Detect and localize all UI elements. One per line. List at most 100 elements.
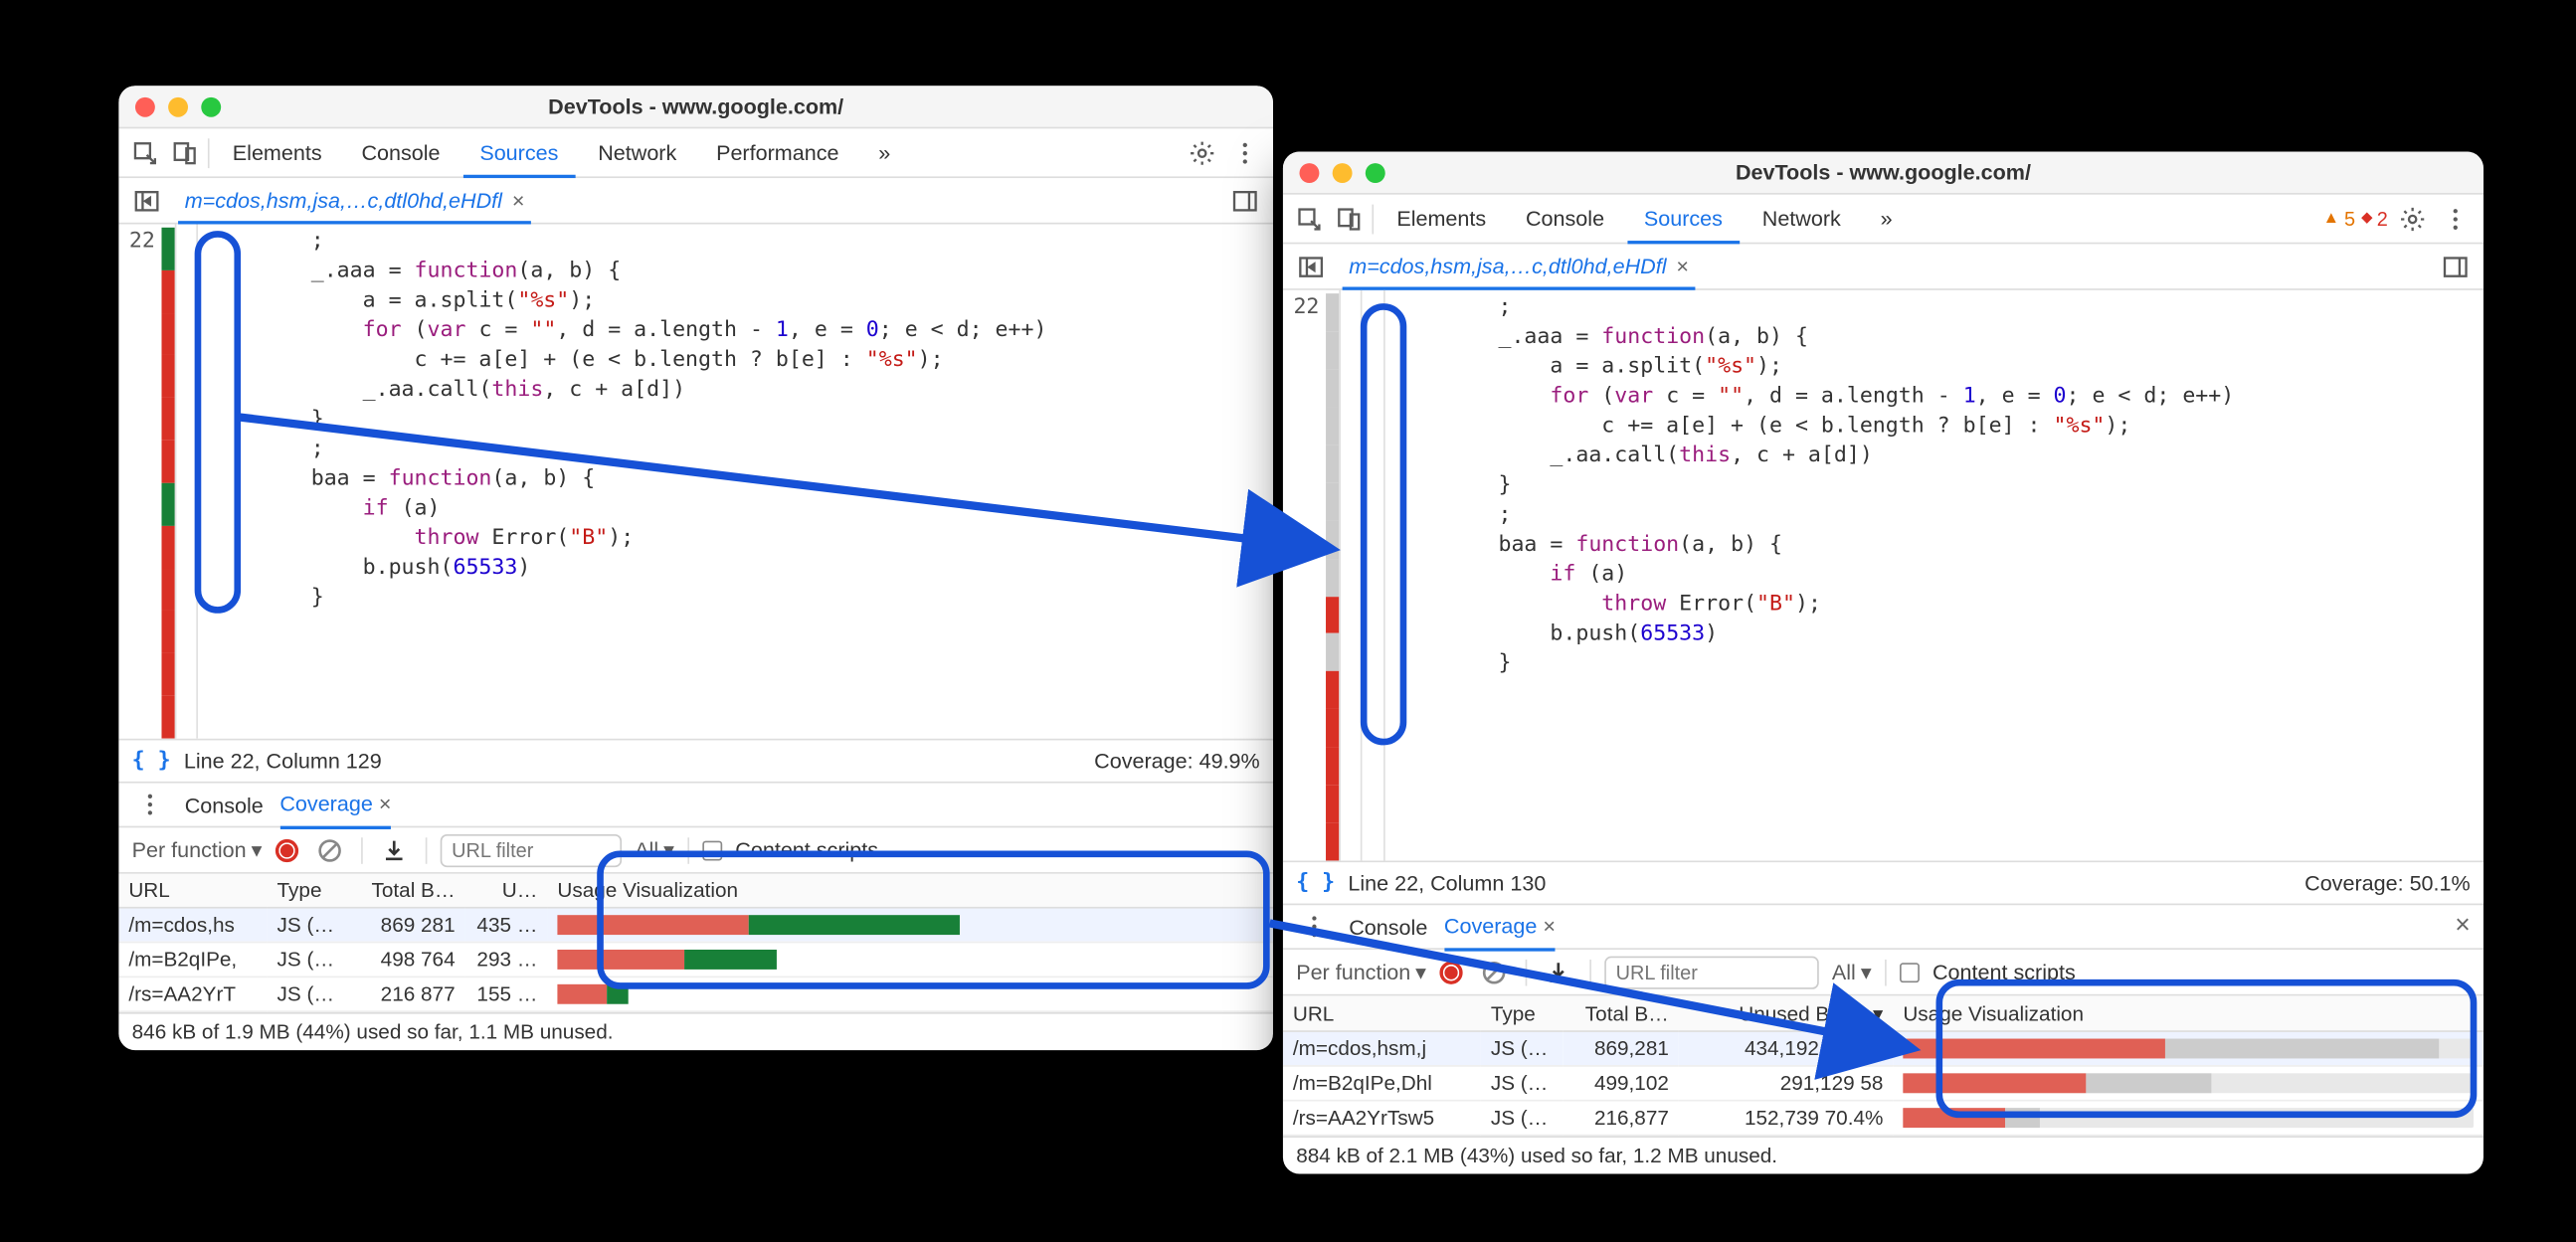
warning-badge[interactable]: 5 bbox=[2323, 207, 2355, 230]
main-tabs: Elements Console Sources Network Perform… bbox=[118, 128, 1273, 178]
coverage-table: URL Type Total B… Unused Bytes ▾ Usage V… bbox=[1283, 995, 2484, 1136]
tab-console[interactable]: Console bbox=[1509, 194, 1620, 244]
clear-icon[interactable] bbox=[1476, 954, 1512, 989]
maximize-button[interactable] bbox=[1366, 162, 1385, 182]
cursor-position: Line 22, Column 130 bbox=[1348, 870, 1546, 895]
gear-icon[interactable] bbox=[1184, 134, 1219, 170]
col-total[interactable]: Total B… bbox=[1564, 995, 1679, 1031]
table-row[interactable]: /m=B2qIPe,DhlJS (…499,102291,129 58 bbox=[1283, 1066, 2484, 1101]
coverage-summary: 846 kB of 1.9 MB (44%) used so far, 1.1 … bbox=[118, 1012, 1273, 1050]
tab-elements[interactable]: Elements bbox=[216, 127, 338, 177]
show-navigator-icon[interactable] bbox=[128, 182, 164, 218]
coverage-type-select[interactable]: Per function ▾ bbox=[1296, 959, 1426, 985]
close-icon[interactable]: × bbox=[1543, 914, 1556, 939]
kebab-icon[interactable] bbox=[1227, 134, 1263, 170]
col-total[interactable]: Total B… bbox=[349, 874, 464, 908]
inspect-icon[interactable] bbox=[128, 136, 161, 169]
devtools-window-right: DevTools - www.google.com/ Elements Cons… bbox=[1283, 152, 2484, 1174]
tab-sources[interactable]: Sources bbox=[463, 128, 575, 178]
tab-network[interactable]: Network bbox=[1746, 194, 1857, 244]
table-row[interactable]: /m=cdos,hsJS (…869 281435 … bbox=[118, 908, 1273, 943]
content-scripts-checkbox[interactable] bbox=[1900, 962, 1920, 981]
kebab-icon[interactable] bbox=[2438, 200, 2474, 236]
url-filter-input[interactable] bbox=[441, 833, 622, 866]
devtools-window-left: DevTools - www.google.com/ Elements Cons… bbox=[118, 86, 1273, 1050]
close-icon[interactable]: × bbox=[512, 187, 525, 212]
drawer-tab-coverage[interactable]: Coverage × bbox=[279, 783, 391, 828]
code-editor[interactable]: ; _.aaa = function(a, b) { a = a.split("… bbox=[198, 224, 1273, 738]
drawer-tab-console[interactable]: Console bbox=[1349, 904, 1427, 950]
col-url[interactable]: URL bbox=[1283, 995, 1481, 1031]
coverage-percent: Coverage: 50.1% bbox=[2304, 870, 2471, 895]
close-button[interactable] bbox=[1300, 162, 1320, 182]
coverage-type-select[interactable]: Per function ▾ bbox=[132, 836, 263, 863]
drawer-tab-coverage[interactable]: Coverage × bbox=[1444, 904, 1556, 950]
coverage-summary: 884 kB of 2.1 MB (43%) used so far, 1.2 … bbox=[1283, 1136, 2484, 1173]
filter-type-select[interactable]: All ▾ bbox=[1832, 959, 1872, 985]
record-button[interactable] bbox=[276, 838, 298, 861]
device-icon[interactable] bbox=[1333, 202, 1366, 235]
close-icon[interactable]: × bbox=[1676, 254, 1689, 278]
content-scripts-label: Content scripts bbox=[1932, 960, 2076, 984]
error-badge[interactable]: 2 bbox=[2362, 207, 2388, 230]
device-icon[interactable] bbox=[168, 136, 201, 169]
table-row[interactable]: /rs=AA2YrTsw5JS (…216,877152,739 70.4% bbox=[1283, 1101, 2484, 1136]
record-button[interactable] bbox=[1439, 961, 1462, 983]
main-tabs: Elements Console Sources Network » 5 2 bbox=[1283, 195, 2484, 245]
close-icon[interactable]: × bbox=[379, 792, 392, 816]
coverage-percent: Coverage: 49.9% bbox=[1094, 749, 1260, 774]
table-row[interactable]: /rs=AA2YrTJS (…216 877155 … bbox=[118, 976, 1273, 1011]
titlebar[interactable]: DevTools - www.google.com/ bbox=[1283, 152, 2484, 195]
content-scripts-checkbox[interactable] bbox=[702, 840, 722, 860]
tab-elements[interactable]: Elements bbox=[1380, 194, 1503, 244]
tab-network[interactable]: Network bbox=[582, 127, 693, 177]
coverage-table: URL Type Total B… U… Usage Visualization… bbox=[118, 874, 1273, 1012]
tab-sources[interactable]: Sources bbox=[1627, 195, 1739, 245]
show-navigator-icon[interactable] bbox=[1293, 249, 1329, 284]
col-type[interactable]: Type bbox=[1481, 995, 1564, 1031]
col-usage[interactable]: Usage Visualization bbox=[1893, 995, 2484, 1031]
window-title: DevTools - www.google.com/ bbox=[118, 94, 1273, 119]
close-button[interactable] bbox=[135, 96, 155, 116]
window-title: DevTools - www.google.com/ bbox=[1283, 160, 2484, 185]
line-number[interactable]: 22 bbox=[129, 229, 155, 254]
minimize-button[interactable] bbox=[168, 96, 188, 116]
maximize-button[interactable] bbox=[201, 96, 221, 116]
show-sidebar-icon[interactable] bbox=[2438, 249, 2474, 284]
col-unused[interactable]: U… bbox=[465, 874, 548, 908]
url-filter-input[interactable] bbox=[1604, 956, 1819, 988]
table-row[interactable]: /m=cdos,hsm,jJS (…869,281434,192 49.9% bbox=[1283, 1031, 2484, 1066]
file-tab[interactable]: m=cdos,hsm,jsa,…c,dtl0hd,eHDfl× bbox=[178, 178, 531, 224]
pretty-print-icon[interactable]: { } bbox=[1296, 870, 1335, 895]
drawer-tab-console[interactable]: Console bbox=[185, 782, 264, 827]
file-tab[interactable]: m=cdos,hsm,jsa,…c,dtl0hd,eHDfl× bbox=[1343, 244, 1696, 289]
inspect-icon[interactable] bbox=[1293, 202, 1326, 235]
gear-icon[interactable] bbox=[2394, 200, 2430, 236]
more-tabs[interactable]: » bbox=[862, 127, 907, 177]
show-sidebar-icon[interactable] bbox=[1227, 182, 1263, 218]
clear-icon[interactable] bbox=[311, 831, 347, 867]
more-tabs[interactable]: » bbox=[1864, 194, 1909, 244]
kebab-icon[interactable] bbox=[1296, 909, 1332, 945]
pretty-print-icon[interactable]: { } bbox=[132, 749, 171, 774]
content-scripts-label: Content scripts bbox=[735, 837, 878, 862]
cursor-position: Line 22, Column 129 bbox=[184, 749, 382, 774]
export-icon[interactable] bbox=[376, 831, 412, 867]
col-type[interactable]: Type bbox=[268, 874, 350, 908]
tab-performance[interactable]: Performance bbox=[699, 127, 855, 177]
minimize-button[interactable] bbox=[1333, 162, 1353, 182]
close-drawer-icon[interactable]: × bbox=[2455, 912, 2470, 942]
table-row[interactable]: /m=B2qIPe,JS (…498 764293 … bbox=[118, 943, 1273, 977]
col-usage[interactable]: Usage Visualization bbox=[547, 874, 1273, 908]
tab-console[interactable]: Console bbox=[345, 127, 457, 177]
line-number[interactable]: 22 bbox=[1293, 295, 1319, 320]
kebab-icon[interactable] bbox=[132, 787, 168, 822]
code-editor[interactable]: ; _.aaa = function(a, b) { a = a.split("… bbox=[1385, 290, 2484, 861]
col-unused[interactable]: Unused Bytes ▾ bbox=[1679, 995, 1894, 1031]
filter-type-select[interactable]: All ▾ bbox=[635, 836, 674, 863]
coverage-gutter bbox=[161, 228, 174, 739]
coverage-gutter bbox=[1326, 293, 1339, 860]
titlebar[interactable]: DevTools - www.google.com/ bbox=[118, 86, 1273, 128]
col-url[interactable]: URL bbox=[118, 874, 267, 908]
export-icon[interactable] bbox=[1540, 954, 1575, 989]
